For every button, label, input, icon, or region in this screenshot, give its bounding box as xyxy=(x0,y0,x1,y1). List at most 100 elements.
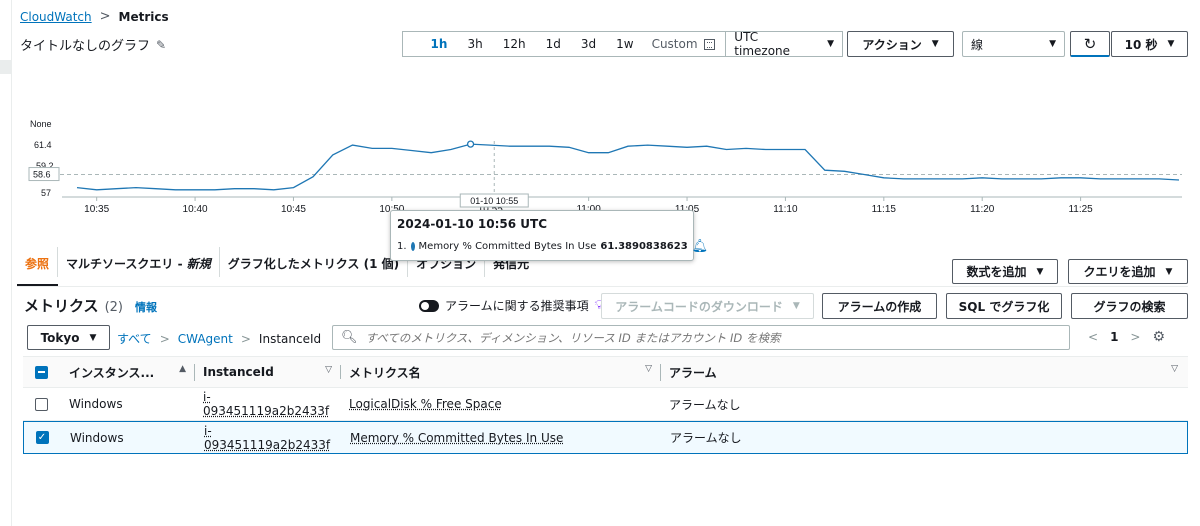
gear-icon[interactable]: ⚙ xyxy=(1152,329,1165,345)
page: CloudWatch > Metrics タイトルなしのグラフ ✎ 1h 3h … xyxy=(0,0,1200,526)
range-3d[interactable]: 3d xyxy=(571,37,606,51)
breadcrumb: CloudWatch > Metrics xyxy=(20,9,169,24)
cell-metric-wrap: LogicalDisk % Free Space xyxy=(341,397,661,411)
tab-graphed-metrics[interactable]: グラフ化したメトリクス (1 個) xyxy=(220,247,409,277)
column-header-alarm[interactable]: アラーム ▽ xyxy=(661,364,1188,381)
x-tick-label: 10:40 xyxy=(183,204,208,215)
cell-instanceid-wrap: i-093451119a2b2433f xyxy=(195,390,341,418)
column-header-metric-label: メトリクス名 xyxy=(349,365,421,380)
y-tick-label: None xyxy=(30,119,52,129)
graph-title: タイトルなしのグラフ xyxy=(20,39,151,54)
caret-down-icon: ▼ xyxy=(1049,39,1056,49)
side-rail-notch[interactable] xyxy=(0,60,12,74)
prev-page-icon[interactable]: < xyxy=(1088,330,1098,344)
range-1d[interactable]: 1d xyxy=(536,37,571,51)
info-link[interactable]: 情報 xyxy=(135,299,157,315)
range-custom[interactable]: Custom xyxy=(644,37,704,51)
download-alarm-code-button[interactable]: アラームコードのダウンロード ▼ xyxy=(601,293,814,319)
crumb-instanceid: InstanceId xyxy=(258,331,322,346)
table-row[interactable]: Windows i-093451119a2b2433f LogicalDisk … xyxy=(23,388,1188,421)
sort-asc-icon: ▲ xyxy=(179,363,186,374)
cell-metric-name[interactable]: Memory % Committed Bytes In Use xyxy=(350,431,563,445)
chart-type-label: 線 xyxy=(971,37,984,52)
current-page[interactable]: 1 xyxy=(1110,330,1118,344)
cell-alarm: アラームなし xyxy=(670,431,742,445)
row-checkbox[interactable] xyxy=(34,397,48,411)
range-3h[interactable]: 3h xyxy=(457,37,492,51)
metric-search-input[interactable] xyxy=(365,330,1061,345)
caret-down-icon: ▼ xyxy=(89,332,97,343)
actions-dropdown-button[interactable]: アクション ▼ xyxy=(847,31,954,57)
crosshair-label: 01-10 10:55 xyxy=(470,196,518,206)
range-1h[interactable]: 1h xyxy=(421,37,458,51)
add-query-button[interactable]: クエリを追加 ▼ xyxy=(1068,259,1188,284)
refresh-interval-button[interactable]: 10 秒 ▼ xyxy=(1111,31,1188,57)
metric-namespace-breadcrumb: すべて > CWAgent > InstanceId xyxy=(117,330,321,347)
add-math-button[interactable]: 数式を追加 ▼ xyxy=(952,259,1058,284)
cell-metric-name[interactable]: LogicalDisk % Free Space xyxy=(349,397,502,411)
column-header-alarm-label: アラーム xyxy=(669,365,717,380)
cell-instance: Windows xyxy=(70,430,124,445)
create-alarm-label: アラームの作成 xyxy=(837,299,922,314)
tooltip-metric: Memory % Committed Bytes In Use xyxy=(418,241,597,252)
create-alarm-button[interactable]: アラームの作成 xyxy=(822,293,937,319)
side-rail xyxy=(0,0,12,526)
tab-new-badge: 新規 xyxy=(186,257,211,271)
tooltip-value: 61.3890838623 xyxy=(600,241,688,252)
crumb-cwagent[interactable]: CWAgent xyxy=(178,332,233,346)
sort-icon: ▽ xyxy=(325,365,332,375)
sort-icon: ▽ xyxy=(1171,363,1178,374)
row-select-cell: ✓ xyxy=(24,431,60,444)
range-1w[interactable]: 1w xyxy=(606,37,643,51)
cell-instanceid[interactable]: i-093451119a2b2433f xyxy=(203,390,333,418)
refresh-button[interactable]: ↻ xyxy=(1070,31,1110,57)
row-checkbox-checked[interactable]: ✓ xyxy=(35,431,49,444)
select-all-checkbox[interactable] xyxy=(34,365,48,379)
calendar-icon[interactable] xyxy=(703,38,716,50)
sql-graph-button[interactable]: SQL でグラフ化 xyxy=(946,293,1062,319)
y-tick-label: 57 xyxy=(41,188,51,198)
crumb-all[interactable]: すべて xyxy=(117,330,152,347)
cell-metric-wrap: Memory % Committed Bytes In Use xyxy=(342,431,662,445)
x-tick-label: 10:45 xyxy=(281,204,306,215)
next-page-icon[interactable]: > xyxy=(1130,330,1140,344)
pagination: < 1 > ⚙ xyxy=(1088,329,1165,345)
column-header-metric-name[interactable]: メトリクス名 ▽ xyxy=(341,363,661,381)
timezone-select[interactable]: UTC timezone ▼ xyxy=(725,30,842,58)
cell-alarm: アラームなし xyxy=(669,397,741,412)
select-all-cell xyxy=(23,365,59,379)
chart-type-select[interactable]: 線 ▼ xyxy=(962,31,1065,57)
metrics-header: メトリクス (2) 情報 xyxy=(24,295,157,316)
metrics-count: (2) xyxy=(104,300,123,315)
caret-down-icon: ▼ xyxy=(827,39,834,49)
cell-instanceid[interactable]: i-093451119a2b2433f xyxy=(204,424,334,452)
alarm-recommendations-toggle[interactable] xyxy=(419,299,439,312)
caret-down-icon: ▼ xyxy=(931,39,939,49)
x-tick-label: 11:25 xyxy=(1068,204,1093,215)
column-header-instanceid-label: InstanceId xyxy=(203,365,274,379)
breadcrumb-cloudwatch-link[interactable]: CloudWatch xyxy=(20,10,92,24)
tooltip-title: 2024-01-10 10:56 UTC xyxy=(397,217,548,231)
refresh-interval-label: 10 秒 xyxy=(1124,37,1158,52)
column-header-instanceid[interactable]: InstanceId ▽ xyxy=(195,365,341,379)
region-select-button[interactable]: Tokyo ▼ xyxy=(27,325,110,350)
add-query-label: クエリを追加 xyxy=(1083,265,1156,279)
range-12h[interactable]: 12h xyxy=(493,37,536,51)
table-row[interactable]: ✓ Windows i-093451119a2b2433f Memory % C… xyxy=(23,421,1188,454)
column-header-instance[interactable]: インスタンス... ▲ xyxy=(59,363,195,381)
chart-tooltip: 2024-01-10 10:56 UTC 1. Memory % Committ… xyxy=(390,210,708,261)
graph-title-row: タイトルなしのグラフ ✎ xyxy=(20,35,166,55)
bell-alarm-icon[interactable]: 🔔︎ xyxy=(692,239,709,254)
sort-icon: ▽ xyxy=(645,363,652,374)
breadcrumb-current: Metrics xyxy=(118,9,169,24)
graph-search-button[interactable]: グラフの検索 xyxy=(1071,293,1188,319)
chevron-right-icon: > xyxy=(99,9,111,24)
alarm-recommendations-toggle-row: アラームに関する推奨事項 💡︎ xyxy=(419,297,604,314)
x-tick-label: 10:35 xyxy=(84,204,109,215)
pencil-edit-icon[interactable]: ✎ xyxy=(156,38,166,52)
tab-multi-source-query[interactable]: マルチソースクエリ - 新規 xyxy=(58,247,220,277)
tab-browse[interactable]: 参照 xyxy=(17,247,59,277)
sql-graph-label: SQL でグラフ化 xyxy=(958,299,1050,314)
metric-search-box: 🔍︎ xyxy=(332,325,1070,350)
region-label: Tokyo xyxy=(40,330,80,345)
